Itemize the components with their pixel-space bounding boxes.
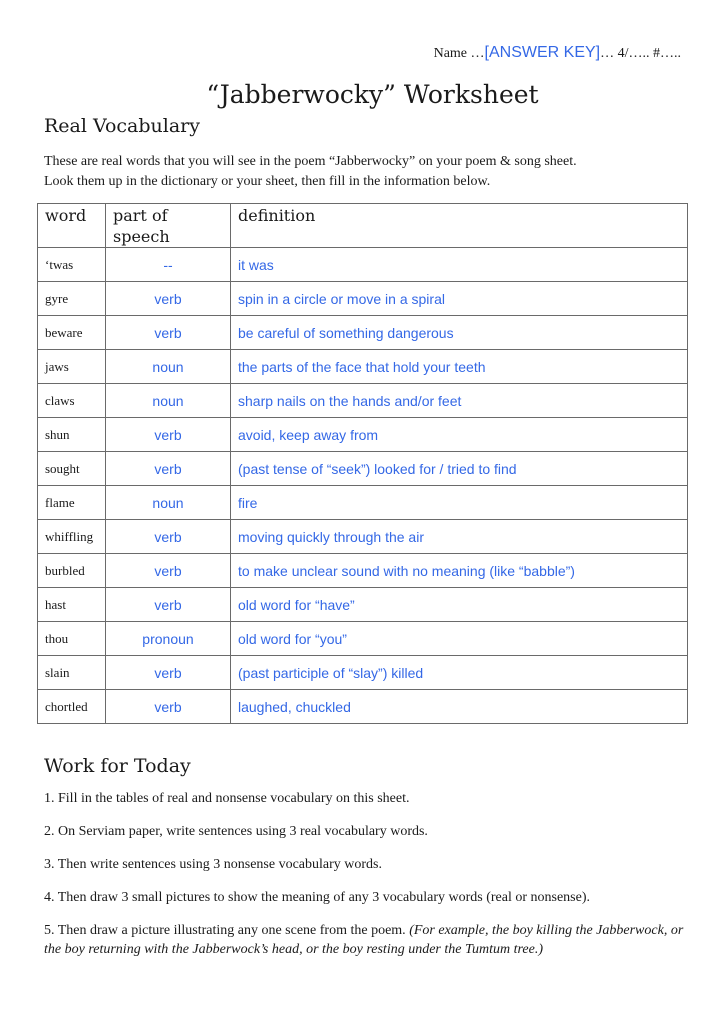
real-vocabulary-heading: Real Vocabulary (44, 115, 200, 137)
definition-cell[interactable]: avoid, keep away from (230, 417, 688, 452)
definition-cell[interactable]: laughed, chuckled (230, 689, 688, 724)
word-cell: jaws (37, 349, 106, 384)
definition-cell[interactable]: it was (230, 247, 688, 282)
table-row: flame noun fire (37, 485, 688, 520)
table-row: whiffling verb moving quickly through the … (37, 519, 688, 554)
table-row: claws noun sharp nails on the hands and/or… (37, 383, 688, 418)
table-row: chortled verb laughed, chuckled (37, 689, 688, 724)
part-of-speech-cell[interactable]: verb (105, 281, 231, 316)
definition-cell[interactable]: old word for “you” (230, 621, 688, 656)
name-line: Name …[ANSWER KEY]… 4/….. #….. (434, 44, 681, 62)
definition-cell[interactable]: (past tense of “seek”) looked for / trie… (230, 451, 688, 486)
word-cell: whiffling (37, 519, 106, 554)
part-of-speech-cell[interactable]: verb (105, 417, 231, 452)
task-item: 4. Then draw 3 small pictures to show th… (44, 890, 590, 905)
word-cell: beware (37, 315, 106, 350)
table-row: sought verb (past tense of “seek”) looked … (37, 451, 688, 486)
part-of-speech-cell[interactable]: verb (105, 553, 231, 588)
column-header-word: word (37, 203, 106, 248)
part-of-speech-cell[interactable]: verb (105, 587, 231, 622)
word-cell: ‘twas (37, 247, 106, 282)
task-item: 2. On Serviam paper, write sentences usi… (44, 824, 428, 839)
table-row: slain verb (past participle of “slay”) kil… (37, 655, 688, 690)
part-of-speech-cell[interactable]: verb (105, 655, 231, 690)
word-cell: shun (37, 417, 106, 452)
table-row: gyre verb spin in a circle or move in a sp… (37, 281, 688, 316)
definition-cell[interactable]: old word for “have” (230, 587, 688, 622)
table-row: beware verb be careful of something danger… (37, 315, 688, 350)
part-of-speech-cell[interactable]: -- (105, 247, 231, 282)
part-of-speech-cell[interactable]: verb (105, 689, 231, 724)
table-row: hast verb old word for “have” (37, 587, 688, 622)
table-row: shun verb avoid, keep away from (37, 417, 688, 452)
task-item-5: 5. Then draw a picture illustrating any … (44, 921, 694, 959)
definition-cell[interactable]: (past participle of “slay”) killed (230, 655, 688, 690)
intro-line-1: These are real words that you will see i… (44, 154, 577, 169)
intro-line-2: Look them up in the dictionary or your s… (44, 174, 491, 189)
column-header-part-of-speech: part of speech (105, 203, 231, 248)
definition-cell[interactable]: moving quickly through the air (230, 519, 688, 554)
word-cell: chortled (37, 689, 106, 724)
definition-cell[interactable]: spin in a circle or move in a spiral (230, 281, 688, 316)
table-header-row: word part of speech definition (37, 203, 688, 248)
definition-cell[interactable]: to make unclear sound with no meaning (l… (230, 553, 688, 588)
table-row: burbled verb to make unclear sound with no… (37, 553, 688, 588)
page-title: “Jabberwocky” Worksheet (206, 80, 539, 109)
column-header-definition: definition (230, 203, 688, 248)
part-of-speech-cell[interactable]: pronoun (105, 621, 231, 656)
word-cell: gyre (37, 281, 106, 316)
word-cell: claws (37, 383, 106, 418)
name-label: Name … (433, 46, 485, 61)
intro-text: These are real words that you will see i… (44, 152, 684, 192)
table-row: thou pronoun old word for “you” (37, 621, 688, 656)
part-of-speech-cell[interactable]: verb (105, 519, 231, 554)
table-row: jaws noun the parts of the face that hold … (37, 349, 688, 384)
vocabulary-table: word part of speech definition ‘twas -- it… (37, 203, 688, 724)
definition-cell[interactable]: be careful of something dangerous (230, 315, 688, 350)
table-row: ‘twas -- it was (37, 247, 688, 282)
task-item: 1. Fill in the tables of real and nonsen… (44, 791, 410, 806)
class-number: … 4/….. #….. (600, 46, 681, 61)
word-cell: hast (37, 587, 106, 622)
word-cell: slain (37, 655, 106, 690)
part-of-speech-cell[interactable]: verb (105, 451, 231, 486)
task-5-text: 5. Then draw a picture illustrating any … (44, 923, 410, 938)
definition-cell[interactable]: fire (230, 485, 688, 520)
word-cell: thou (37, 621, 106, 656)
part-of-speech-cell[interactable]: verb (105, 315, 231, 350)
word-cell: flame (37, 485, 106, 520)
word-cell: sought (37, 451, 106, 486)
name-value[interactable]: [ANSWER KEY] (485, 44, 601, 61)
definition-cell[interactable]: the parts of the face that hold your tee… (230, 349, 688, 384)
definition-cell[interactable]: sharp nails on the hands and/or feet (230, 383, 688, 418)
task-item: 3. Then write sentences using 3 nonsense… (44, 857, 382, 872)
part-of-speech-cell[interactable]: noun (105, 485, 231, 520)
work-for-today-heading: Work for Today (44, 755, 191, 777)
word-cell: burbled (37, 553, 106, 588)
task-list: 1. Fill in the tables of real and nonsen… (44, 789, 694, 973)
part-of-speech-cell[interactable]: noun (105, 349, 231, 384)
part-of-speech-cell[interactable]: noun (105, 383, 231, 418)
